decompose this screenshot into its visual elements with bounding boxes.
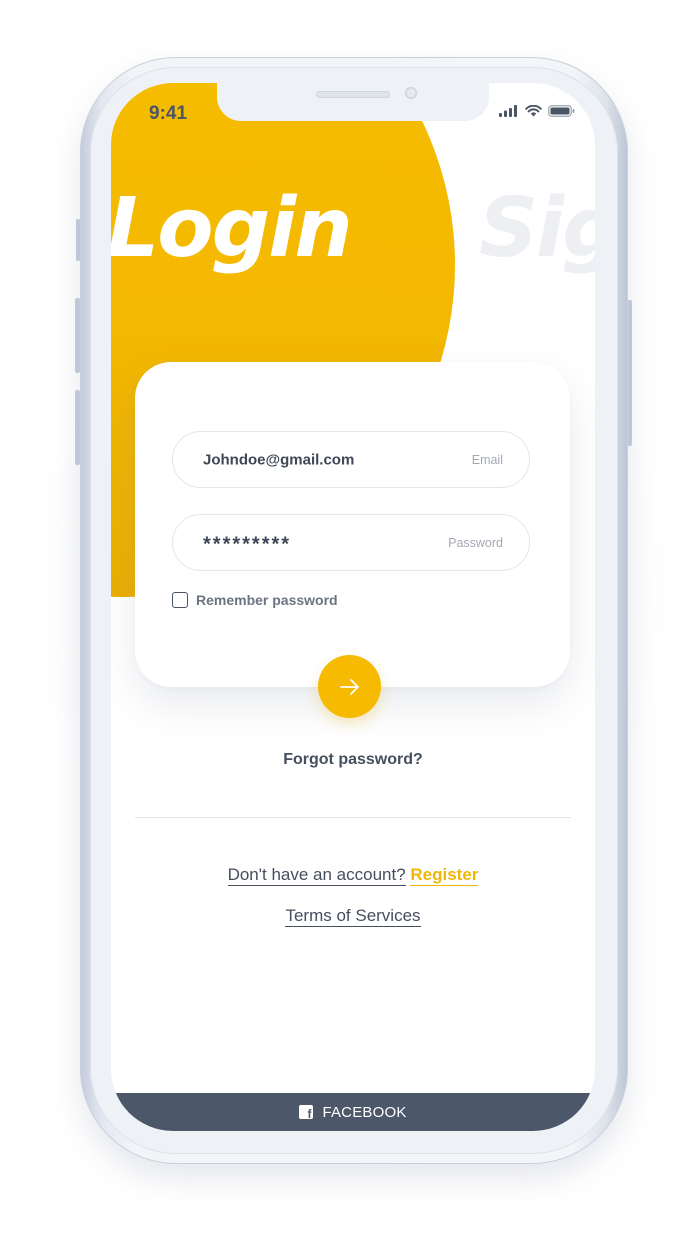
signal-icon	[499, 105, 517, 117]
register-prompt: Don't have an account? Register	[111, 865, 595, 886]
email-field[interactable]: Johndoe@gmail.com Email	[172, 431, 530, 488]
front-camera	[405, 87, 417, 99]
tab-signup[interactable]: Sig	[479, 181, 595, 276]
login-card: Johndoe@gmail.com Email ********* Passwo…	[135, 362, 570, 687]
status-time: 9:41	[149, 103, 188, 124]
register-link[interactable]: Register	[410, 865, 479, 886]
password-value: *********	[203, 533, 292, 555]
facebook-login-button[interactable]: f FACEBOOK	[111, 1093, 595, 1131]
phone-screen: Login Sig 9:41 Johndoe@gmail.com Email	[111, 83, 595, 1131]
remember-password-label: Remember password	[196, 592, 338, 608]
password-label: Password	[448, 535, 503, 550]
terms-link[interactable]: Terms of Services	[285, 906, 421, 927]
password-field[interactable]: ********* Password	[172, 514, 530, 571]
divider	[135, 817, 571, 818]
battery-icon	[548, 105, 575, 117]
arrow-right-icon	[339, 678, 359, 695]
no-account-text: Don't have an account?	[227, 865, 406, 886]
facebook-icon: f	[299, 1105, 314, 1120]
tab-login[interactable]: Login	[111, 181, 353, 276]
notch	[217, 83, 489, 121]
facebook-label: FACEBOOK	[322, 1103, 407, 1121]
email-label: Email	[471, 452, 503, 467]
remember-password-checkbox[interactable]	[172, 592, 188, 608]
forgot-password-link[interactable]: Forgot password?	[111, 751, 595, 769]
speaker-grille	[316, 91, 390, 98]
submit-button[interactable]	[318, 655, 381, 718]
remember-password-row[interactable]: Remember password	[172, 592, 338, 608]
wifi-icon	[525, 105, 542, 117]
terms-line: Terms of Services	[111, 906, 595, 927]
email-value: Johndoe@gmail.com	[203, 451, 355, 468]
status-icons	[499, 105, 575, 117]
